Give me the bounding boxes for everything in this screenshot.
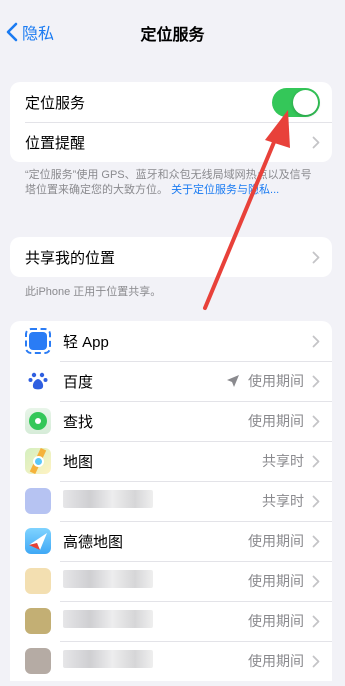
- location-alerts-row[interactable]: 位置提醒: [10, 122, 332, 162]
- permission-text: 使用期间: [248, 533, 304, 549]
- app-name: 查找: [63, 413, 94, 431]
- blurred-name: [63, 570, 153, 588]
- app-name: 高德地图: [63, 533, 124, 551]
- blurred-app-icon: [25, 608, 51, 634]
- app-permission-value: 使用期间: [226, 371, 304, 391]
- permission-text: 共享时: [262, 493, 304, 509]
- baidu-icon: [25, 368, 51, 394]
- app-permission-value: 使用期间: [248, 571, 304, 591]
- app-clip-icon: [25, 328, 51, 354]
- chevron-right-icon: [312, 251, 320, 263]
- app-row[interactable]: 百度 使用期间: [10, 361, 332, 401]
- chevron-right-icon: [312, 136, 320, 148]
- app-row[interactable]: 高德地图 使用期间: [10, 521, 332, 561]
- app-name: [63, 570, 248, 592]
- find-my-icon: [25, 408, 51, 434]
- app-permission-value: 使用期间: [248, 531, 304, 551]
- blurred-name: [63, 650, 153, 668]
- location-arrow-icon: [227, 375, 239, 387]
- permission-text: 共享时: [262, 453, 304, 469]
- app-row[interactable]: 使用期间: [10, 601, 332, 641]
- location-services-toggle[interactable]: [272, 87, 320, 117]
- permission-text: 使用期间: [248, 613, 304, 629]
- permission-text: 使用期间: [248, 573, 304, 589]
- permission-text: 使用期间: [248, 653, 304, 669]
- chevron-right-icon: [312, 335, 320, 347]
- privacy-link[interactable]: 关于定位服务与隐私...: [171, 184, 279, 196]
- app-row[interactable]: 使用期间: [10, 641, 332, 681]
- chevron-right-icon: [312, 495, 320, 507]
- app-permission-value: 使用期间: [248, 611, 304, 631]
- chevron-right-icon: [312, 415, 320, 427]
- share-my-location-row[interactable]: 共享我的位置: [10, 237, 332, 277]
- blurred-app-icon: [25, 648, 51, 674]
- location-services-row: 定位服务: [10, 82, 332, 122]
- toggle-knob: [293, 89, 318, 115]
- chevron-right-icon: [312, 535, 320, 547]
- share-location-group: 共享我的位置: [10, 237, 332, 277]
- blurred-app-icon: [25, 488, 51, 514]
- location-alerts-label: 位置提醒: [25, 134, 86, 152]
- app-row[interactable]: 使用期间: [10, 561, 332, 601]
- chevron-right-icon: [312, 615, 320, 627]
- app-permission-value: 使用期间: [248, 651, 304, 671]
- share-my-location-label: 共享我的位置: [25, 249, 116, 267]
- amap-icon: [25, 528, 51, 554]
- blurred-name: [63, 490, 153, 508]
- app-name: 百度: [63, 373, 94, 391]
- permission-text: 使用期间: [248, 373, 304, 389]
- app-name: [63, 650, 248, 672]
- app-name: [63, 610, 248, 632]
- app-permission-value: 共享时: [262, 491, 304, 511]
- app-name: [63, 490, 262, 512]
- page-title: 定位服务: [140, 27, 205, 44]
- app-permission-value: 共享时: [262, 451, 304, 471]
- blurred-name: [63, 610, 153, 628]
- app-row[interactable]: 轻 App: [10, 321, 332, 361]
- location-services-label: 定位服务: [25, 94, 86, 112]
- blurred-app-icon: [25, 568, 51, 594]
- location-services-note: “定位服务”使用 GPS、蓝牙和众包无线局域网热点以及信号塔位置来确定您的大致方…: [25, 168, 315, 198]
- chevron-right-icon: [312, 655, 320, 667]
- chevron-right-icon: [312, 375, 320, 387]
- chevron-right-icon: [312, 575, 320, 587]
- navigation-bar: 隐私 定位服务: [0, 0, 345, 64]
- apps-list: 轻 App 百度 使用期间 查找 使用期间 地图 共享时 共享时 高德地图 使用期间 使用期间 使用期…: [10, 321, 332, 681]
- app-row[interactable]: 查找 使用期间: [10, 401, 332, 441]
- location-services-group: 定位服务 位置提醒: [10, 82, 332, 162]
- app-row[interactable]: 地图 共享时: [10, 441, 332, 481]
- app-permission-value: 使用期间: [248, 411, 304, 431]
- permission-text: 使用期间: [248, 413, 304, 429]
- maps-icon: [25, 448, 51, 474]
- app-name: 轻 App: [63, 333, 109, 351]
- chevron-right-icon: [312, 455, 320, 467]
- app-name: 地图: [63, 453, 94, 471]
- share-location-note: 此iPhone 正用于位置共享。: [25, 286, 162, 298]
- app-row[interactable]: 共享时: [10, 481, 332, 521]
